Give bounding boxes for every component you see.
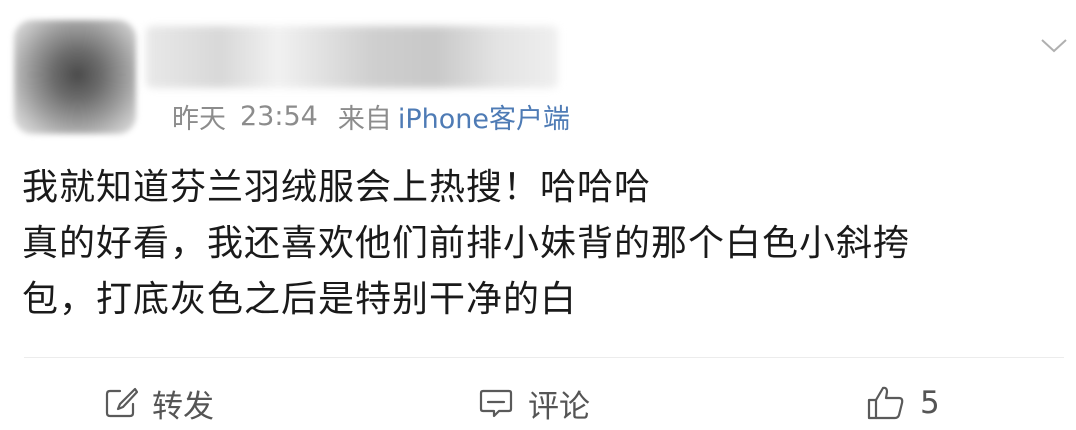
- post-date: 昨天: [172, 103, 226, 135]
- post-time: 23:54: [240, 100, 318, 132]
- post-content: 我就知道芬兰羽绒服会上热搜！哈哈哈 真的好看，我还喜欢他们前排小妹背的那个白色小…: [22, 160, 1062, 328]
- post-source-label: 来自: [337, 103, 392, 135]
- avatar[interactable]: [14, 20, 136, 134]
- username-blurred[interactable]: [146, 26, 558, 88]
- comment-label: 评论: [528, 388, 590, 425]
- post-content-line: 包，打底灰色之后是特别干净的白: [22, 279, 578, 320]
- comment-button[interactable]: 评论: [478, 378, 590, 428]
- post-meta: 昨天 23:54 来自 iPhone客户端: [172, 96, 570, 136]
- repost-button[interactable]: 转发: [104, 378, 214, 428]
- comment-icon: [479, 389, 513, 418]
- chevron-down-icon[interactable]: [1040, 38, 1068, 54]
- post-source-client[interactable]: iPhone客户端: [398, 97, 570, 136]
- share-icon: [105, 387, 138, 418]
- weibo-post: 昨天 23:54 来自 iPhone客户端 我就知道芬兰羽绒服会上热搜！哈哈哈 …: [0, 0, 1076, 430]
- post-content-line: 我就知道芬兰羽绒服会上热搜！哈哈哈: [22, 167, 652, 208]
- repost-label: 转发: [152, 388, 214, 425]
- thumbs-up-icon: [867, 386, 904, 420]
- post-content-line: 真的好看，我还喜欢他们前排小妹背的那个白色小斜挎: [22, 223, 911, 264]
- like-button[interactable]: 5: [866, 378, 940, 428]
- like-count: 5: [920, 385, 940, 421]
- divider: [24, 357, 1064, 358]
